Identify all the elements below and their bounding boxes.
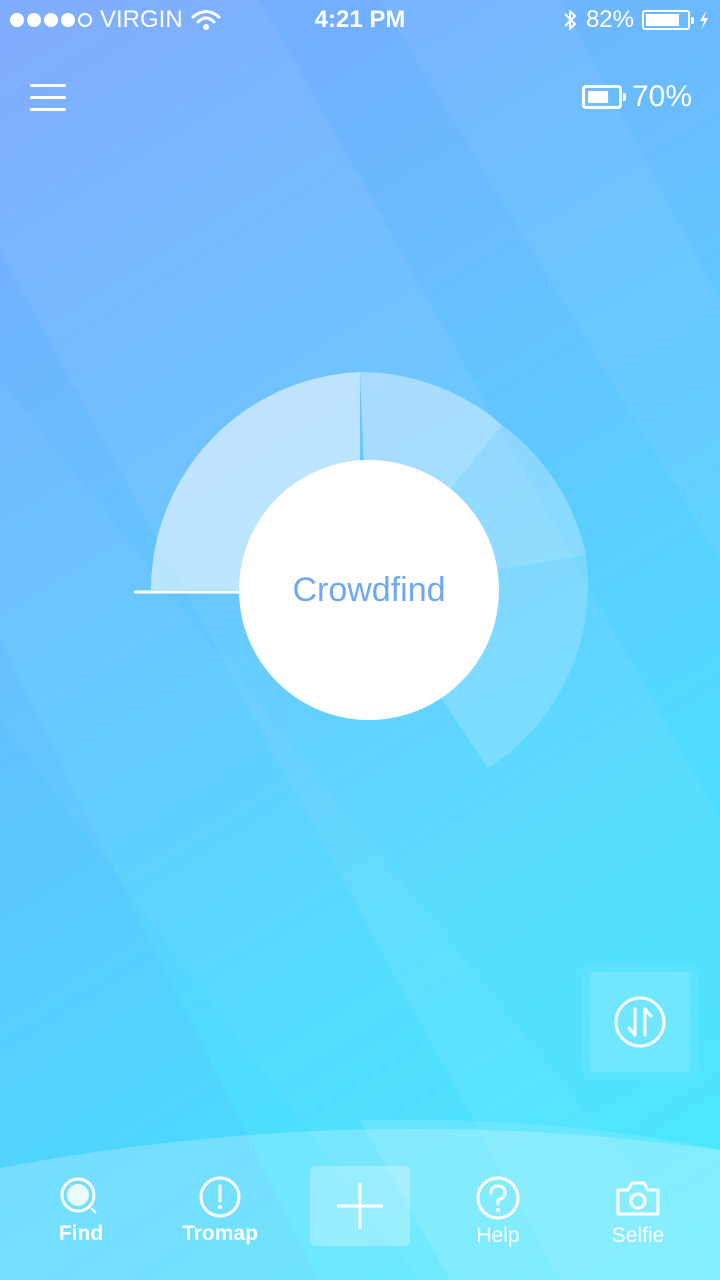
add-button[interactable]: [310, 1166, 410, 1246]
bluetooth-icon: [564, 10, 576, 30]
tab-find[interactable]: Find: [21, 1176, 141, 1246]
search-icon: [60, 1177, 97, 1214]
hamburger-menu-icon[interactable]: [30, 84, 66, 114]
swap-arrows-icon: [614, 996, 666, 1048]
plus-icon: [337, 1183, 383, 1229]
battery-icon: [642, 10, 694, 30]
status-right: 82%: [562, 6, 710, 34]
help-icon: [476, 1176, 520, 1220]
device-battery: 70%: [581, 80, 692, 114]
tab-help-label: Help: [476, 1224, 520, 1247]
battery-percent: 82%: [585, 6, 634, 33]
tab-find-label: Find: [58, 1222, 104, 1245]
device-battery-icon: [581, 85, 626, 109]
tab-selfie-label: Selfie: [611, 1224, 665, 1247]
crowdfind-center-button[interactable]: Crowdfind: [239, 460, 499, 720]
tab-selfie[interactable]: Selfie: [578, 1176, 698, 1248]
tab-help[interactable]: Help: [438, 1176, 558, 1248]
alert-icon: [199, 1176, 241, 1218]
tab-tromap-label: Tromap: [182, 1222, 258, 1245]
tab-tromap[interactable]: Tromap: [160, 1176, 280, 1246]
charging-bolt-icon: [700, 11, 708, 29]
crowdfind-label: Crowdfind: [292, 570, 446, 609]
status-bar: VIRGIN 4:21 PM 82%: [0, 0, 720, 40]
device-battery-label: 70%: [631, 80, 692, 113]
swap-button[interactable]: [590, 972, 690, 1072]
camera-icon: [616, 1181, 660, 1216]
